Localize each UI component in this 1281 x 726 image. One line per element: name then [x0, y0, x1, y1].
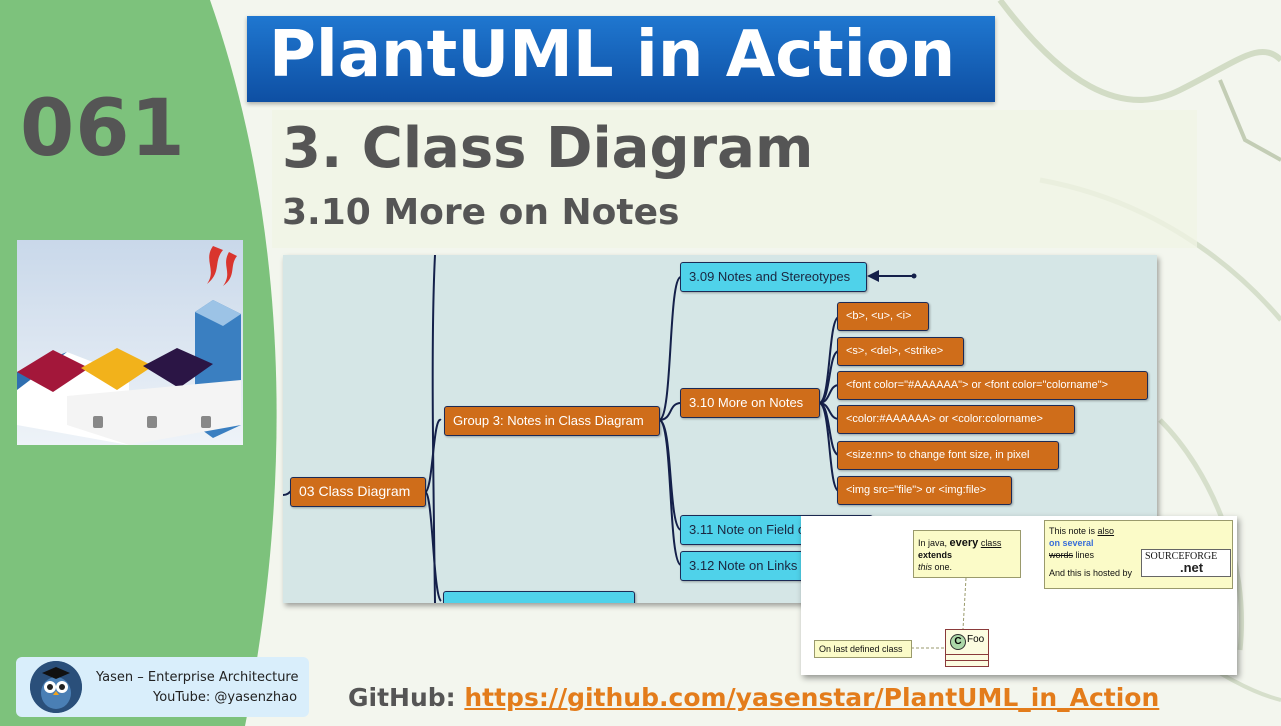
mindmap-leaf: <img src="file"> or <img:file>	[837, 476, 1012, 505]
mindmap-node-group4	[443, 591, 635, 603]
sourceforge-logo: SOURCEFORGE .net	[1141, 549, 1231, 577]
mindmap-leaf: <s>, <del>, <strike>	[837, 337, 964, 366]
channel-logo	[17, 240, 243, 445]
mindmap-node-3-09: 3.09 Notes and Stereotypes	[680, 262, 867, 292]
mindmap-node-3-12: 3.12 Note on Links	[680, 551, 805, 581]
github-label: GitHub:	[348, 683, 465, 712]
uml-note-last-class: On last defined class	[814, 640, 912, 658]
uml-note-java: In java, every class extends this one.	[913, 530, 1021, 578]
video-title: PlantUML in Action	[269, 18, 956, 92]
mindmap-leaf: <b>, <u>, <i>	[837, 302, 929, 331]
mindmap-leaf: <font color="#AAAAAA"> or <font color="c…	[837, 371, 1148, 400]
author-name: Yasen – Enterprise Architecture	[96, 670, 299, 685]
author-youtube: YouTube: @yasenzhao	[153, 690, 298, 705]
uml-class-name: Foo	[967, 634, 985, 645]
mindmap-leaf: <size:nn> to change font size, in pixel	[837, 441, 1059, 470]
uml-example-panel: In java, every class extends this one. T…	[801, 516, 1237, 675]
mindmap-node-3-10: 3.10 More on Notes	[680, 388, 820, 418]
section-title: 3. Class Diagram	[282, 116, 814, 181]
class-divider	[946, 660, 988, 661]
owl-avatar-icon	[30, 661, 82, 713]
uml-note-several-lines: This note is also on several words lines…	[1044, 520, 1233, 589]
author-badge: Yasen – Enterprise Architecture YouTube:…	[16, 657, 309, 717]
class-divider	[946, 654, 988, 655]
mindmap-leaf: <color:#AAAAAA> or <color:colorname>	[837, 405, 1075, 434]
class-badge-icon: C	[950, 634, 966, 650]
github-link[interactable]: https://github.com/yasenstar/PlantUML_in…	[464, 683, 1159, 712]
episode-number: 061	[20, 84, 186, 174]
github-line: GitHub: https://github.com/yasenstar/Pla…	[348, 683, 1159, 712]
mindmap-node-group3: Group 3: Notes in Class Diagram	[444, 406, 660, 436]
section-subtitle: 3.10 More on Notes	[282, 192, 680, 233]
mindmap-node-root: 03 Class Diagram	[290, 477, 426, 507]
title-banner: PlantUML in Action	[247, 16, 995, 102]
uml-class-foo: C Foo	[945, 629, 989, 667]
factory-logo-icon	[17, 246, 241, 445]
